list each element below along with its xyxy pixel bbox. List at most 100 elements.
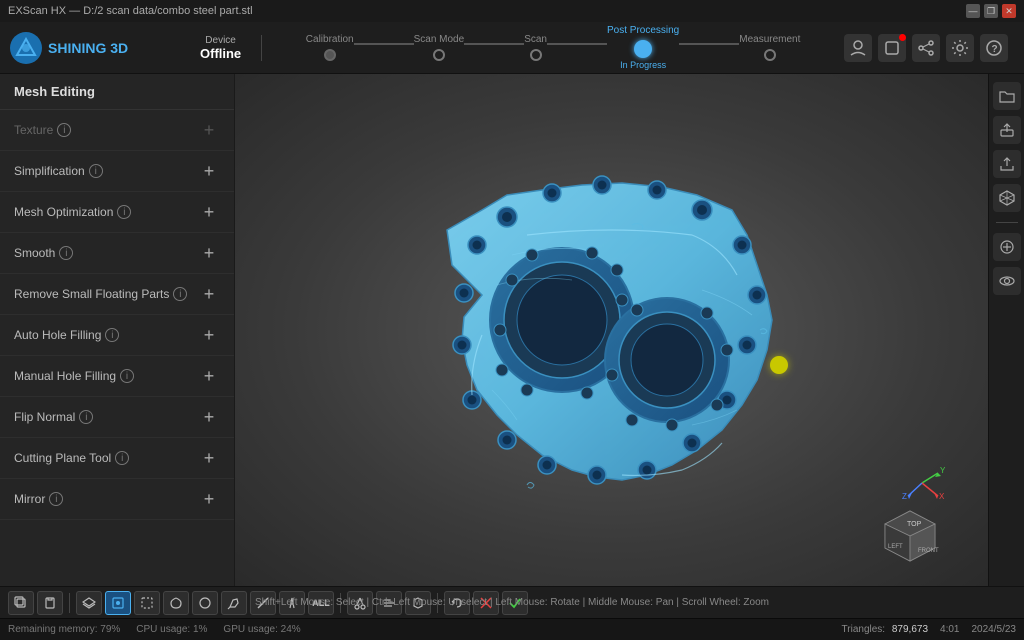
expand-auto-hole[interactable]: + [198,324,220,346]
svg-text:?: ? [992,44,998,55]
pipeline-label-calibration: Calibration [306,34,354,45]
expand-mesh-optimization[interactable]: + [198,201,220,223]
pipeline-dot-post-processing [634,40,652,58]
sidebar-label-remove-floating: Remove Small Floating Parts [14,287,169,301]
info-icon-mesh-optimization: i [117,205,131,219]
svg-text:LEFT: LEFT [888,544,903,550]
sidebar-item-flip-normal[interactable]: Flip Normal i + [0,397,234,438]
expand-mirror[interactable]: + [198,488,220,510]
status-date: 2024/5/23 [972,624,1017,635]
info-icon-flip-normal: i [79,410,93,424]
pipeline-step-post-processing[interactable]: Post Processing In Progress [607,25,679,70]
logo-icon [10,32,42,64]
sidebar-item-smooth[interactable]: Smooth i + [0,233,234,274]
sidebar-item-mirror[interactable]: Mirror i + [0,479,234,520]
sidebar-item-manual-hole[interactable]: Manual Hole Filling i + [0,356,234,397]
nav-cube[interactable]: TOP LEFT FRONT [880,506,940,566]
tb-btn-lasso[interactable] [163,591,189,615]
viewport[interactable]: TOP LEFT FRONT Y X Z [235,74,988,586]
pipeline-connector-2 [464,43,524,45]
minimize-button[interactable]: — [966,4,980,18]
info-icon-mirror: i [49,492,63,506]
sidebar-label-auto-hole: Auto Hole Filling [14,328,101,342]
sidebar-label-smooth: Smooth [14,246,55,260]
pipeline-dot-calibration [324,49,336,61]
rp-icon-folder[interactable] [993,82,1021,110]
logo-area: SHINING 3D [10,32,170,64]
expand-manual-hole[interactable]: + [198,365,220,387]
tb-btn-copy[interactable] [8,591,34,615]
tb-btn-pen[interactable] [221,591,247,615]
nav-icon-help[interactable]: ? [980,34,1008,62]
sidebar-label-manual-hole: Manual Hole Filling [14,369,116,383]
tb-sep-1 [69,593,70,613]
title-text: EXScan HX — D:/2 scan data/combo steel p… [8,5,253,17]
sidebar-item-mesh-optimization[interactable]: Mesh Optimization i + [0,192,234,233]
rp-icon-merge[interactable] [993,233,1021,261]
sidebar-item-remove-floating[interactable]: Remove Small Floating Parts i + [0,274,234,315]
tb-btn-rect-select[interactable] [134,591,160,615]
nav-icon-notification[interactable] [878,34,906,62]
pipeline-connector-4 [679,43,739,45]
nav-right-icons: ? [844,34,1014,62]
rp-icon-eye[interactable] [993,267,1021,295]
rp-icon-upload[interactable] [993,150,1021,178]
device-label: Device [205,35,236,46]
expand-flip-normal[interactable]: + [198,406,220,428]
pipeline-step-calibration[interactable]: Calibration [306,34,354,61]
sidebar-label-mirror: Mirror [14,492,45,506]
nav-icon-settings[interactable] [946,34,974,62]
expand-texture[interactable]: + [198,119,220,141]
sidebar-item-cutting-plane[interactable]: Cutting Plane Tool i + [0,438,234,479]
svg-text:Y: Y [940,466,945,475]
restore-button[interactable]: ❐ [984,4,998,18]
info-icon-manual-hole: i [120,369,134,383]
sidebar-item-simplification[interactable]: Simplification i + [0,151,234,192]
pipeline-label-post-processing: Post Processing [607,25,679,36]
navbar: SHINING 3D Device Offline Calibration Sc… [0,22,1024,74]
sidebar-item-auto-hole[interactable]: Auto Hole Filling i + [0,315,234,356]
info-icon-smooth: i [59,246,73,260]
pipeline-connector-1 [354,43,414,45]
expand-remove-floating[interactable]: + [198,283,220,305]
toolbar-hint-text: Shift+Left Mouse: Select | Ctrl+Left Mou… [255,597,769,608]
pipeline-label-scan-mode: Scan Mode [414,34,465,45]
rp-icon-3d-view[interactable] [993,184,1021,212]
3d-part [352,135,872,525]
tb-btn-paste[interactable] [37,591,63,615]
info-icon-texture: i [57,123,71,137]
expand-smooth[interactable]: + [198,242,220,264]
tb-btn-select[interactable] [105,591,131,615]
status-memory: Remaining memory: 79% [8,624,120,635]
sidebar-label-cutting-plane: Cutting Plane Tool [14,451,111,465]
sidebar-label-flip-normal: Flip Normal [14,410,75,424]
sidebar: Mesh Editing Texture i + Simplification … [0,74,235,586]
expand-cutting-plane[interactable]: + [198,447,220,469]
status-triangles: Triangles: 879,673 [842,624,928,635]
right-panel-divider [996,222,1018,223]
info-icon-remove-floating: i [173,287,187,301]
pipeline-step-scan[interactable]: Scan [524,34,547,61]
status-gpu: GPU usage: 24% [223,624,300,635]
statusbar: Remaining memory: 79% CPU usage: 1% GPU … [0,618,1024,640]
info-icon-simplification: i [89,164,103,178]
sidebar-label-texture: Texture [14,123,53,137]
bottom-toolbar: ALL Shift+Left Mouse: Select | Ctrl+Left… [0,586,1024,618]
sidebar-item-texture[interactable]: Texture i + [0,110,234,151]
nav-icon-share[interactable] [912,34,940,62]
main-content: Mesh Editing Texture i + Simplification … [0,74,1024,586]
close-button[interactable]: ✕ [1002,4,1016,18]
pipeline-label-scan: Scan [524,34,547,45]
pipeline-label-measurement: Measurement [739,34,800,45]
pipeline-step-measurement[interactable]: Measurement [739,34,800,61]
nav-icon-profile[interactable] [844,34,872,62]
expand-simplification[interactable]: + [198,160,220,182]
pipeline-dot-measurement [764,49,776,61]
status-right: Triangles: 879,673 4:01 2024/5/23 [842,624,1016,635]
window-controls: — ❐ ✕ [966,4,1016,18]
tb-btn-layers[interactable] [76,591,102,615]
rp-icon-export[interactable] [993,116,1021,144]
tb-btn-circle[interactable] [192,591,218,615]
pipeline-step-scan-mode[interactable]: Scan Mode [414,34,465,61]
titlebar: EXScan HX — D:/2 scan data/combo steel p… [0,0,1024,22]
